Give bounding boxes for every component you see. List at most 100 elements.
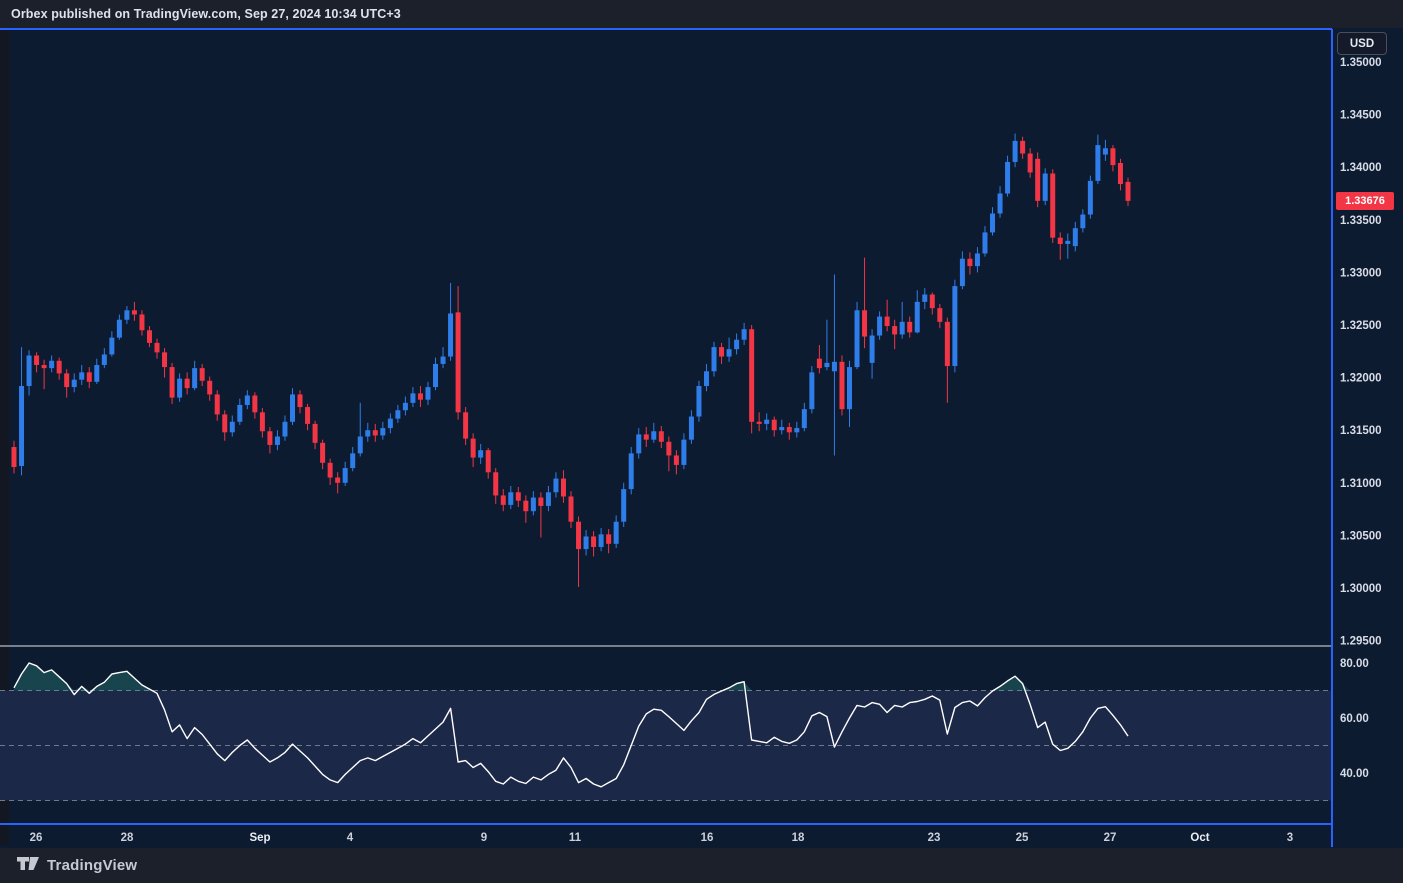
candle-up — [998, 194, 1003, 214]
candle-down — [757, 422, 762, 424]
candle-down — [139, 314, 144, 330]
candle-down — [591, 536, 596, 547]
candle-up — [275, 437, 280, 445]
candle-down — [659, 431, 664, 442]
candle-down — [215, 394, 220, 414]
candle-down — [606, 534, 611, 543]
candle-down — [749, 329, 754, 422]
candle-up — [802, 409, 807, 428]
candle-up — [245, 395, 250, 404]
tradingview-published-chart: Orbex published on TradingView.com, Sep … — [0, 0, 1403, 883]
candle-down — [862, 310, 867, 336]
time-axis-label-9: 9 — [481, 832, 487, 844]
candle-up — [290, 394, 295, 421]
candle-down — [132, 310, 137, 314]
price-axis-label: 1.31000 — [1340, 478, 1382, 490]
time-axis-label-16: 16 — [701, 832, 714, 844]
candle-up — [960, 259, 965, 286]
candle-up — [1103, 148, 1108, 154]
candle-up — [1013, 141, 1018, 162]
price-axis-label: 1.32000 — [1340, 373, 1382, 385]
candle-up — [230, 422, 235, 433]
candle-down — [787, 427, 792, 432]
candle-down — [147, 330, 152, 343]
candle-up — [72, 380, 77, 387]
rsi-pane[interactable] — [0, 647, 1332, 823]
currency-toggle-button[interactable]: USD — [1337, 32, 1387, 55]
candle-up — [1095, 145, 1100, 181]
candle-up — [1073, 228, 1078, 246]
rsi-axis-label: 60.00 — [1340, 713, 1369, 725]
candle-up — [975, 253, 980, 266]
chart-canvas[interactable]: 1.350001.345001.340001.335001.330001.325… — [0, 0, 1403, 883]
candle-up — [388, 419, 393, 428]
candle-up — [681, 440, 686, 465]
candle-up — [779, 427, 784, 430]
candle-up — [614, 522, 619, 544]
candle-up — [117, 320, 122, 338]
price-axis-label: 1.31500 — [1340, 425, 1382, 437]
candle-up — [237, 405, 242, 422]
candle-up — [531, 498, 536, 512]
candle-down — [1125, 182, 1130, 201]
time-axis-label-25: 25 — [1016, 832, 1029, 844]
candle-up — [704, 371, 709, 386]
time-axis-label-3: 3 — [1287, 832, 1293, 844]
candle-down — [252, 395, 257, 412]
candle-down — [335, 478, 340, 483]
candle-down — [162, 352, 167, 367]
candle-down — [42, 365, 47, 368]
price-axis-label: 1.33000 — [1340, 267, 1382, 279]
candle-down — [930, 294, 935, 308]
attribution-text: Orbex published on TradingView.com, Sep … — [11, 7, 401, 21]
candle-down — [328, 463, 333, 478]
tradingview-brand-text[interactable]: TradingView — [47, 857, 137, 874]
candle-down — [486, 450, 491, 472]
rsi-axis-label: 40.00 — [1340, 768, 1369, 780]
candle-up — [192, 368, 197, 388]
candle-up — [764, 420, 769, 424]
time-axis-label-23: 23 — [928, 832, 941, 844]
candle-down — [907, 322, 912, 333]
candle-up — [441, 357, 446, 364]
candle-up — [696, 386, 701, 417]
candle-up — [599, 534, 604, 547]
candle-up — [1043, 174, 1048, 201]
candle-up — [809, 372, 814, 409]
candle-up — [433, 364, 438, 387]
candle-down — [1035, 159, 1040, 201]
candle-down — [373, 430, 378, 435]
price-axis-label: 1.34000 — [1340, 162, 1382, 174]
candle-up — [794, 428, 799, 432]
candle-up — [990, 213, 995, 232]
time-axis[interactable] — [0, 826, 1332, 848]
candle-up — [79, 372, 84, 379]
price-axis-label: 1.30500 — [1340, 530, 1382, 542]
candle-up — [1080, 215, 1085, 229]
candle-up — [1005, 162, 1010, 194]
candle-up — [343, 468, 348, 483]
tradingview-logo-icon[interactable] — [17, 856, 40, 876]
candle-down — [1110, 148, 1115, 165]
candle-up — [478, 450, 483, 457]
candle-down — [501, 495, 506, 504]
candle-up — [124, 310, 129, 319]
candle-down — [418, 393, 423, 399]
candle-up — [546, 492, 551, 506]
time-axis-label-4: 4 — [347, 832, 354, 844]
candle-down — [170, 367, 175, 398]
candle-down — [64, 373, 69, 387]
candle-up — [855, 310, 860, 367]
candle-up — [877, 317, 882, 336]
candle-up — [410, 393, 415, 402]
candle-up — [952, 286, 957, 366]
candle-up — [629, 453, 634, 489]
candle-down — [260, 412, 265, 431]
candle-up — [94, 365, 99, 382]
candle-down — [267, 431, 272, 445]
time-axis-label-Oct: Oct — [1190, 832, 1209, 844]
candle-up — [49, 361, 54, 368]
candle-down — [456, 312, 461, 412]
price-axis-label: 1.33500 — [1340, 215, 1382, 227]
price-pane[interactable] — [9, 30, 1332, 646]
